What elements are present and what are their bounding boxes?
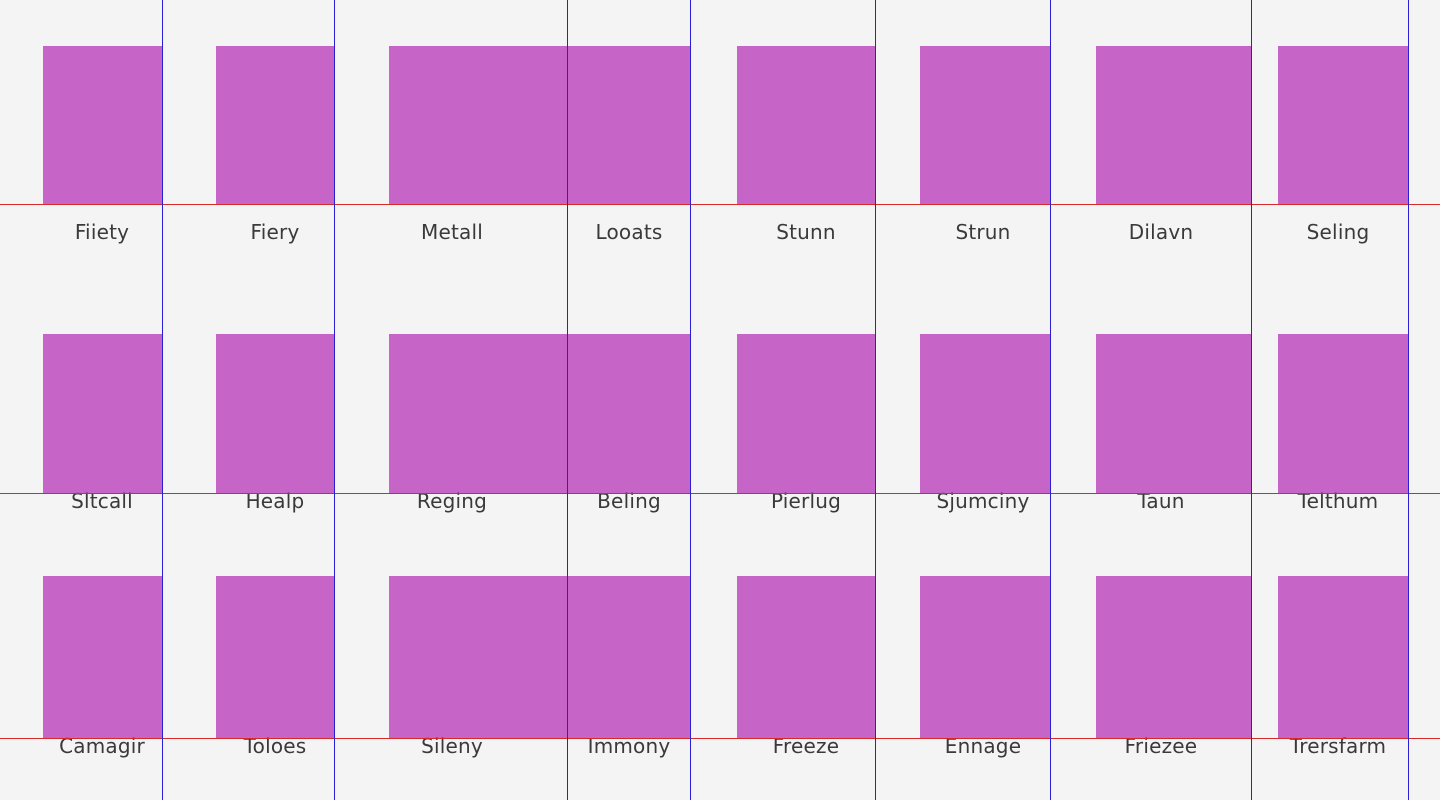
tile-r2-c6[interactable] bbox=[920, 334, 1050, 493]
tile-r1-c4[interactable] bbox=[567, 46, 690, 204]
tile-r2-c2[interactable] bbox=[216, 334, 334, 493]
vertical-guide-line bbox=[1408, 0, 1409, 800]
tile-r3-c1[interactable] bbox=[43, 576, 162, 738]
tile-r1-c3[interactable] bbox=[389, 46, 567, 204]
tile-label-r1-c5: Stunn bbox=[776, 220, 836, 244]
tile-r2-c5[interactable] bbox=[737, 334, 875, 493]
horizontal-guide-line bbox=[0, 738, 1440, 739]
tile-grid-canvas: Fiiety Fiery Metall Looats Stunn Strun Dilavn S… bbox=[0, 0, 1440, 800]
horizontal-guide-line bbox=[0, 493, 1440, 494]
vertical-guide-line bbox=[1251, 0, 1252, 800]
horizontal-guide-line bbox=[0, 204, 1440, 205]
tile-r3-c4[interactable] bbox=[567, 576, 690, 738]
tile-r3-c5[interactable] bbox=[737, 576, 875, 738]
tile-r3-c2[interactable] bbox=[216, 576, 334, 738]
tile-r2-c7[interactable] bbox=[1096, 334, 1251, 493]
tile-r1-c2[interactable] bbox=[216, 46, 334, 204]
vertical-guide-line bbox=[567, 0, 568, 800]
tile-r2-c4[interactable] bbox=[567, 334, 690, 493]
tile-r2-c3[interactable] bbox=[389, 334, 567, 493]
vertical-guide-line bbox=[162, 0, 163, 800]
tile-r1-c8[interactable] bbox=[1278, 46, 1408, 204]
tile-label-r1-c6: Strun bbox=[955, 220, 1011, 244]
tile-label-r1-c3: Metall bbox=[421, 220, 483, 244]
tile-label-r1-c8: Seling bbox=[1306, 220, 1370, 244]
vertical-guide-line bbox=[1050, 0, 1051, 800]
vertical-guide-line bbox=[334, 0, 335, 800]
tile-label-r1-c7: Dilavn bbox=[1128, 220, 1194, 244]
tile-r3-c8[interactable] bbox=[1278, 576, 1408, 738]
tile-r1-c5[interactable] bbox=[737, 46, 875, 204]
tile-r3-c7[interactable] bbox=[1096, 576, 1251, 738]
vertical-guide-line bbox=[875, 0, 876, 800]
tile-r3-c3[interactable] bbox=[389, 576, 567, 738]
tile-r1-c6[interactable] bbox=[920, 46, 1050, 204]
vertical-guide-line bbox=[690, 0, 691, 800]
tile-r3-c6[interactable] bbox=[920, 576, 1050, 738]
tile-r1-c7[interactable] bbox=[1096, 46, 1251, 204]
tile-label-r1-c4: Looats bbox=[595, 220, 663, 244]
tile-r2-c8[interactable] bbox=[1278, 334, 1408, 493]
tile-r1-c1[interactable] bbox=[43, 46, 162, 204]
tile-r2-c1[interactable] bbox=[43, 334, 162, 493]
